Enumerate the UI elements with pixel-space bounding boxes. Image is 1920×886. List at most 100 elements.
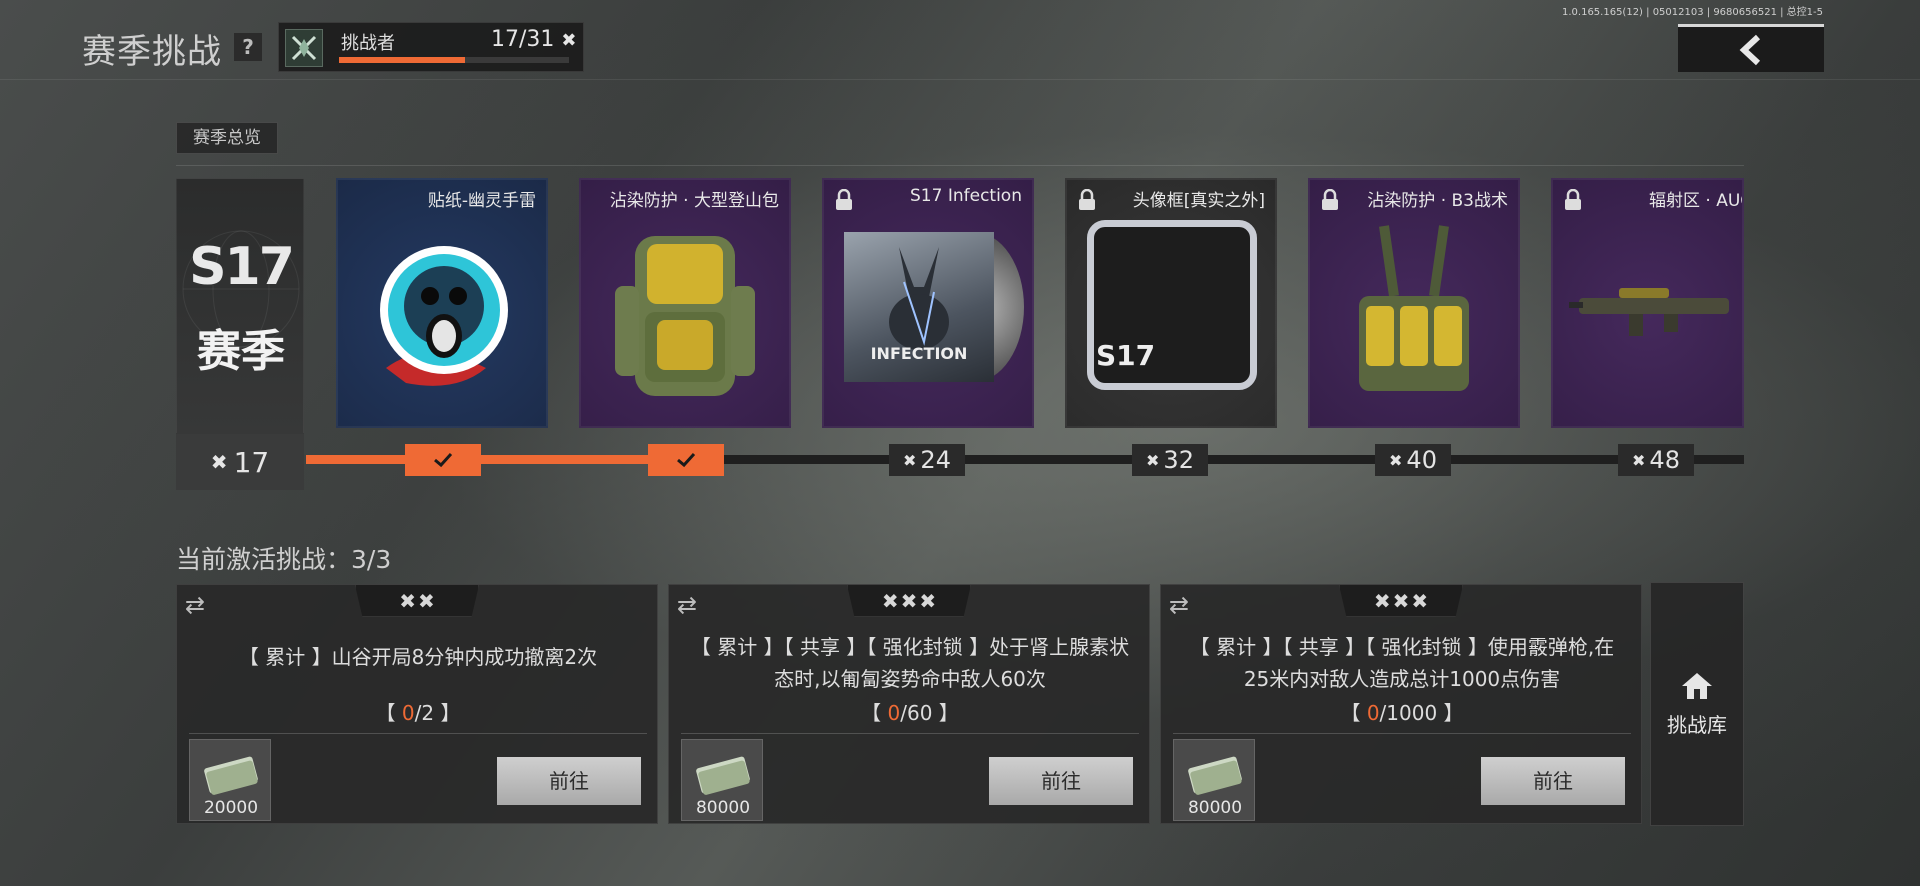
star-icon: ✖ — [399, 588, 416, 613]
level-node-value: 48 — [1649, 446, 1680, 474]
crossed-swords-icon: ✖ — [210, 450, 228, 474]
crossed-swords-icon: ✖ — [1389, 450, 1403, 470]
level-node-claimed[interactable] — [405, 444, 481, 476]
level-node[interactable]: ✖ 48 — [1618, 444, 1694, 476]
progress-total: /2 — [414, 701, 435, 725]
lock-icon — [836, 189, 852, 210]
avatar-frame-preview: S17 — [1087, 220, 1257, 390]
back-button[interactable] — [1678, 24, 1824, 72]
swap-icon[interactable]: ⇄ — [677, 591, 697, 619]
divider — [1173, 733, 1631, 734]
reward-name: 贴纸-幽灵手雷 — [427, 191, 536, 211]
frame-label: S17 — [1096, 339, 1156, 372]
home-icon — [1682, 672, 1712, 699]
help-button[interactable]: ? — [234, 33, 262, 61]
reward-card-avatar-frame[interactable]: 头像框[真实之外] S17 — [1065, 178, 1277, 428]
progress-total: /60 — [900, 701, 933, 725]
challenge-progress: 【 0/60 】 — [861, 701, 959, 725]
divider — [189, 733, 647, 734]
progress-current: 0 — [401, 701, 415, 725]
progress-track-fill — [306, 455, 660, 464]
cash-stack-icon — [204, 756, 258, 795]
swap-icon[interactable]: ⇄ — [1169, 591, 1189, 619]
progress-current: 0 — [1366, 701, 1380, 725]
season-badge: S17 赛季 — [176, 178, 304, 434]
go-button[interactable]: 前往 — [989, 757, 1133, 805]
album-cover: INFECTION — [844, 232, 994, 382]
go-button[interactable]: 前往 — [497, 757, 641, 805]
season-label: 赛季 — [197, 326, 285, 377]
rank-count-value: 17/31 — [491, 27, 555, 52]
divider — [176, 165, 1744, 166]
ghost-grenade-sticker-icon — [380, 246, 508, 386]
rank-count: 17/31 ✖ — [491, 27, 577, 52]
level-node[interactable]: ✖ 24 — [889, 444, 965, 476]
season-overview-tab[interactable]: 赛季总览 — [176, 122, 278, 154]
star-icon: ✖ — [881, 588, 899, 613]
current-level-value: 17 — [233, 445, 270, 479]
rank-progress-fill — [339, 57, 466, 63]
progress-total: /1000 — [1379, 701, 1438, 725]
backpack-icon — [615, 236, 755, 396]
star-icon: ✖ — [1411, 588, 1429, 613]
difficulty-stars: ✖ ✖ ✖ — [847, 585, 971, 617]
challenge-description: 【 累计 】山谷开局8分钟内成功撤离2次 — [238, 645, 598, 669]
challenge-library-label: 挑战库 — [1667, 712, 1727, 737]
challenge-progress: 【 0/1000 】 — [1340, 701, 1464, 725]
reward-card-sticker[interactable]: 贴纸-幽灵手雷 — [336, 178, 548, 428]
level-node-value: 24 — [920, 446, 951, 474]
reward-card-backpack[interactable]: 沾染防护 · 大型登山包 — [579, 178, 791, 428]
challenge-library-button[interactable]: 挑战库 — [1650, 582, 1744, 826]
back-arrow-icon — [1739, 34, 1761, 65]
reward-name: 辐射区 · AUG — [1649, 191, 1744, 211]
reward-card-vest[interactable]: 沾染防护 · B3战术 — [1308, 178, 1520, 428]
progress-current: 0 — [887, 701, 901, 725]
rank-panel[interactable]: 挑战者 17/31 ✖ — [278, 22, 584, 72]
reward-amount: 80000 — [1187, 798, 1243, 818]
check-icon — [434, 452, 453, 468]
crossed-swords-icon: ✖ — [1632, 450, 1646, 470]
level-node[interactable]: ✖ 40 — [1375, 444, 1451, 476]
challenge-card: ⇄ ✖ ✖ 【 累计 】山谷开局8分钟内成功撤离2次 【 0/2 】 20000 … — [176, 584, 658, 824]
difficulty-stars: ✖ ✖ ✖ — [1339, 585, 1463, 617]
swap-icon[interactable]: ⇄ — [185, 591, 205, 619]
level-node-value: 32 — [1163, 446, 1194, 474]
reward-name: 沾染防护 · 大型登山包 — [609, 191, 779, 211]
divider — [681, 733, 1139, 734]
reward-card-aug[interactable]: 辐射区 · AUG — [1551, 178, 1744, 428]
star-icon: ✖ — [919, 588, 937, 613]
reward-name: 头像框[真实之外] — [1132, 191, 1265, 211]
reward-amount: 80000 — [695, 798, 751, 818]
reward-amount: 20000 — [203, 798, 259, 818]
rank-progress-bar — [339, 57, 569, 63]
crossed-swords-icon: ✖ — [561, 30, 577, 51]
cash-stack-icon — [1188, 756, 1242, 795]
crossed-swords-icon: ✖ — [903, 450, 917, 470]
star-icon: ✖ — [418, 588, 435, 613]
lock-icon — [1322, 189, 1338, 210]
challenge-description: 【 累计 】【 共享 】【 强化封锁 】使用霰弹枪,在25米内对敌人造成总计10… — [1189, 635, 1615, 691]
lock-icon — [1079, 189, 1095, 210]
challenge-progress: 【 0/2 】 — [375, 701, 461, 725]
level-node-value: 40 — [1406, 446, 1437, 474]
reward-item[interactable]: 80000 — [1173, 739, 1255, 821]
reward-item[interactable]: 20000 — [189, 739, 271, 821]
rank-emblem-icon — [285, 29, 323, 67]
album-title: INFECTION — [870, 344, 968, 363]
reward-name: S17 Infection — [910, 186, 1022, 206]
reward-item[interactable]: 80000 — [681, 739, 763, 821]
current-level: ✖ 17 — [176, 434, 304, 490]
lock-icon — [1565, 189, 1581, 210]
challenge-description: 【 累计 】【 共享 】【 强化封锁 】处于肾上腺素状态时,以匍匐姿势命中敌人6… — [690, 635, 1130, 691]
reward-name: 沾染防护 · B3战术 — [1367, 191, 1508, 211]
version-text: 1.0.165.165(12) | 05012103 | 9680656521 … — [1562, 7, 1823, 18]
cash-stack-icon — [696, 756, 750, 795]
reward-card-infection[interactable]: S17 Infection INFECTION — [822, 178, 1034, 428]
level-node-claimed[interactable] — [648, 444, 724, 476]
season-code: S17 — [189, 237, 295, 297]
go-button[interactable]: 前往 — [1481, 757, 1625, 805]
progress-track — [306, 455, 1744, 464]
level-node[interactable]: ✖ 32 — [1132, 444, 1208, 476]
star-icon: ✖ — [900, 588, 918, 613]
tactical-vest-icon — [1359, 225, 1469, 391]
